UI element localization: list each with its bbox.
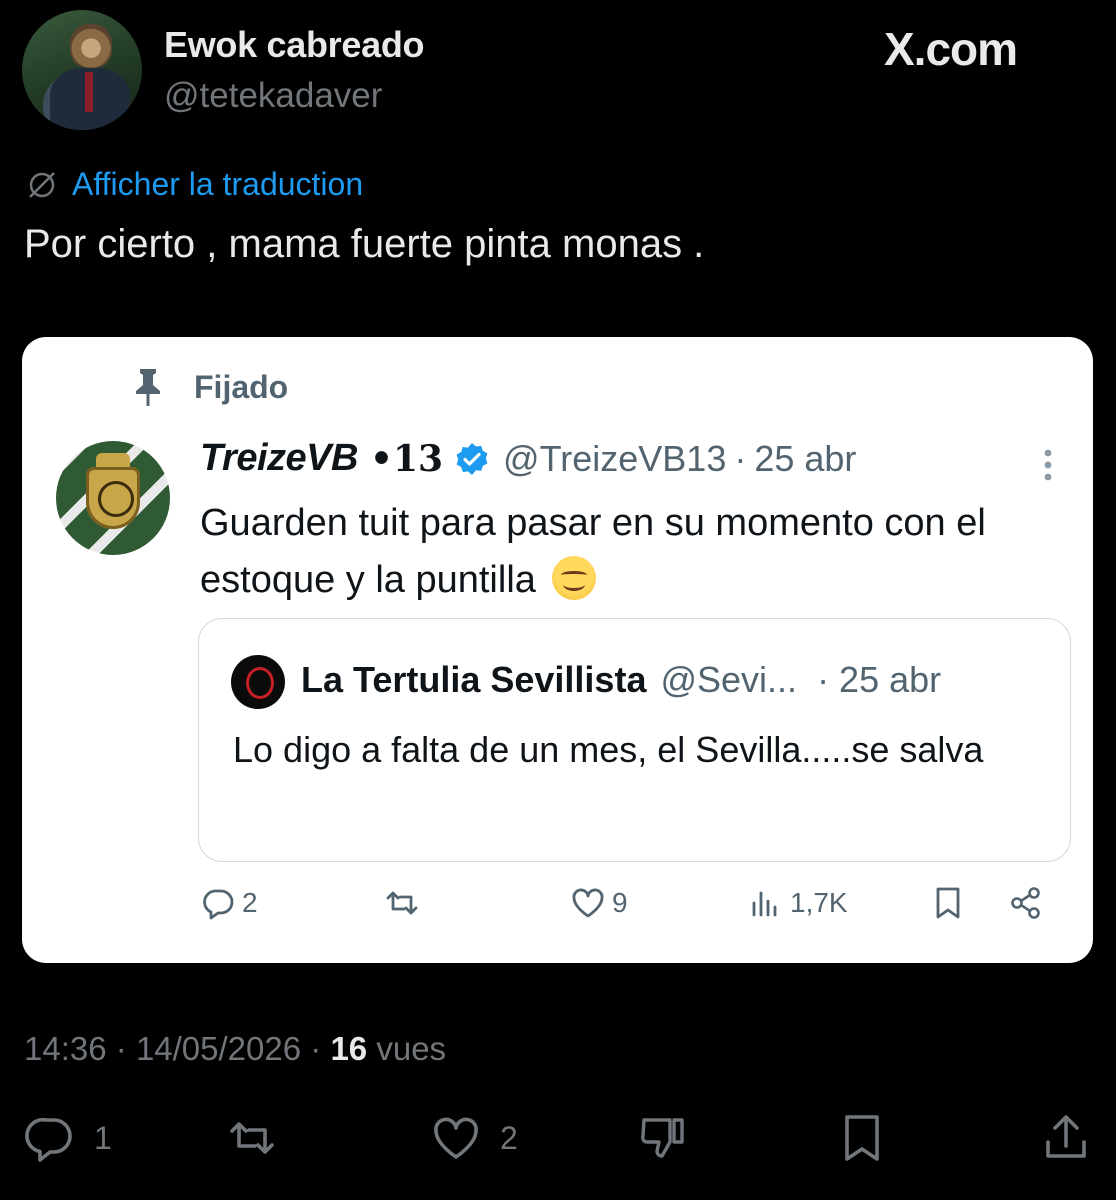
reply-button[interactable]: 1 (24, 1112, 112, 1164)
embedded-date[interactable]: 25 abr (754, 438, 856, 480)
retweet-icon (230, 1122, 274, 1154)
quoted-author-name[interactable]: La Tertulia Sevillista (301, 659, 646, 701)
quoted-author-row: La Tertulia Sevillista @Sevi... · 25 abr (301, 659, 941, 701)
embedded-reply-count: 2 (242, 887, 258, 918)
bookmark-icon (845, 1115, 879, 1161)
reply-count: 1 (94, 1119, 112, 1156)
thumbs-down-icon (641, 1118, 684, 1158)
share-icon (1011, 887, 1040, 919)
embedded-author-name[interactable]: TreizeVB (200, 437, 358, 480)
quoted-tweet-text: Lo digo a falta de un mes, el Sevilla...… (233, 729, 984, 770)
bookmark-button[interactable] (836, 1112, 888, 1164)
embedded-author-handle[interactable]: @TreizeVB13 (503, 438, 726, 480)
embedded-author-row: TreizeVB •13 @TreizeVB13 · 25 abr (200, 437, 856, 480)
pin-icon (136, 369, 160, 406)
views-chart-icon (752, 891, 777, 917)
quoted-author-handle[interactable]: @Sevi... (660, 659, 797, 701)
share-upload-icon (1046, 1115, 1086, 1158)
embedded-author-avatar[interactable] (56, 441, 170, 555)
smiling-face-emoji-icon (552, 556, 597, 600)
reply-icon (25, 1117, 72, 1162)
tweet-date[interactable]: 14/05/2026 (136, 1030, 301, 1067)
embedded-retweet-button[interactable] (384, 885, 420, 921)
translate-globe-icon (29, 171, 55, 198)
views-count: 16 (330, 1030, 368, 1067)
tweet-time[interactable]: 14:36 (24, 1030, 107, 1067)
embedded-views-count: 1,7K (790, 887, 848, 918)
translate-link[interactable]: Afficher la traduction (72, 166, 363, 203)
more-options-icon[interactable] (1036, 445, 1060, 485)
embedded-tweet-card[interactable]: Fijado TreizeVB •13 @TreizeVB13 · 25 abr… (22, 337, 1093, 963)
tweet-text: Por cierto , mama fuerte pinta monas . (24, 222, 705, 266)
embedded-share-button[interactable] (1008, 885, 1044, 921)
meta-separator: · (115, 1030, 127, 1067)
tweet-metadata: 14:36 · 14/05/2026 · 16 vues (24, 1030, 446, 1068)
verified-badge-icon (456, 442, 488, 475)
author-handle[interactable]: @tetekadaver (164, 76, 382, 116)
embedded-author-suffix: •13 (369, 437, 444, 480)
meta-separator: · (310, 1030, 322, 1067)
like-button[interactable]: 2 (430, 1112, 518, 1164)
retweet-icon (386, 891, 418, 915)
embedded-like-count: 9 (612, 887, 628, 918)
pinned-label: Fijado (194, 368, 289, 405)
heart-icon (572, 888, 604, 918)
retweet-button[interactable] (226, 1112, 278, 1164)
embedded-action-bar: 2 9 1,7K (22, 885, 1093, 945)
embedded-separator: · (734, 437, 747, 479)
translate-row[interactable]: Afficher la traduction (26, 166, 363, 203)
embedded-like-button[interactable]: 9 (570, 885, 628, 921)
embedded-reply-button[interactable]: 2 (200, 885, 258, 921)
embedded-views-button[interactable]: 1,7K (748, 885, 848, 921)
embedded-bookmark-button[interactable] (930, 885, 966, 921)
embedded-tweet-text-wrap: Guarden tuit para pasar en su momento co… (200, 495, 1070, 609)
site-label: X.com (884, 23, 1018, 75)
bookmark-icon (936, 887, 960, 919)
quoted-author-avatar[interactable] (231, 655, 285, 709)
share-button[interactable] (1040, 1112, 1092, 1164)
heart-icon (434, 1117, 478, 1159)
pinned-row: Fijado (132, 367, 288, 407)
quoted-tweet-card[interactable]: La Tertulia Sevillista @Sevi... · 25 abr… (198, 618, 1071, 862)
author-avatar[interactable] (22, 10, 142, 130)
reply-icon (203, 889, 234, 920)
views-label: vues (376, 1030, 447, 1067)
dislike-button[interactable] (636, 1112, 688, 1164)
author-display-name[interactable]: Ewok cabreado (164, 24, 425, 66)
quoted-date[interactable]: · 25 abr (817, 659, 941, 701)
like-count: 2 (500, 1119, 518, 1156)
